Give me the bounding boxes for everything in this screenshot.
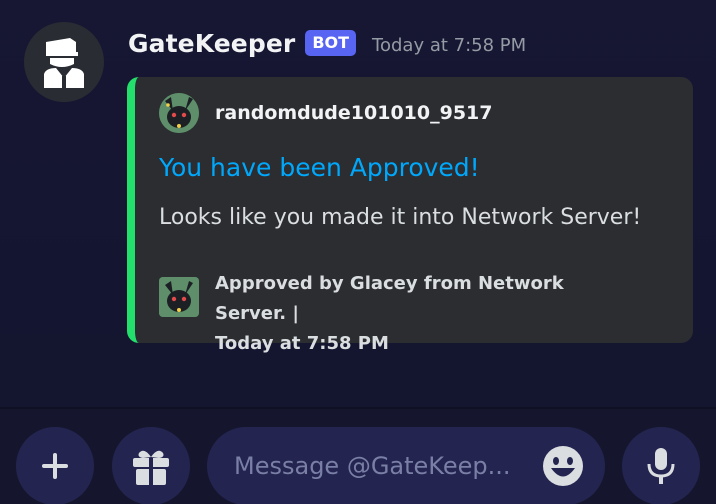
embed-footer-icon (159, 277, 199, 317)
embed-footer-text: Approved by Glacey from Network Server. … (215, 269, 635, 359)
message-input[interactable]: Message @GateKeep... (207, 427, 605, 504)
embed-author: randomdude101010_9517 (159, 93, 493, 133)
embed-title: You have been Approved! (159, 153, 480, 182)
emoji-button[interactable] (542, 445, 584, 487)
footer-line-2: Today at 7:58 PM (215, 333, 389, 354)
security-guard-icon (44, 38, 84, 88)
voice-message-button[interactable] (622, 427, 700, 504)
message-header: GateKeeper BOT Today at 7:58 PM (128, 24, 526, 62)
bot-avatar[interactable] (24, 22, 104, 102)
gift-button[interactable] (112, 427, 190, 504)
embed-footer: Approved by Glacey from Network Server. … (159, 269, 679, 359)
emoji-icon (543, 446, 583, 486)
microphone-icon (647, 448, 675, 484)
gift-icon (133, 450, 169, 485)
embed-description: Looks like you made it into Network Serv… (159, 205, 642, 230)
plus-icon (42, 453, 68, 479)
author-name[interactable]: GateKeeper (128, 29, 295, 58)
chat-message: GateKeeper BOT Today at 7:58 PM randomdu… (0, 0, 716, 408)
embed-author-name: randomdude101010_9517 (215, 102, 493, 124)
message-composer: Message @GateKeep... (0, 409, 716, 504)
umbreon-avatar-icon (159, 93, 199, 133)
embed-author-avatar (159, 93, 199, 133)
message-embed: randomdude101010_9517 You have been Appr… (127, 77, 693, 354)
bot-badge: BOT (305, 30, 357, 56)
message-input-placeholder: Message @GateKeep... (234, 452, 511, 480)
footer-line-1: Approved by Glacey from Network Server. … (215, 273, 564, 324)
message-timestamp: Today at 7:58 PM (372, 34, 527, 56)
add-attachment-button[interactable] (16, 427, 94, 504)
umbreon-footer-icon (159, 277, 199, 317)
